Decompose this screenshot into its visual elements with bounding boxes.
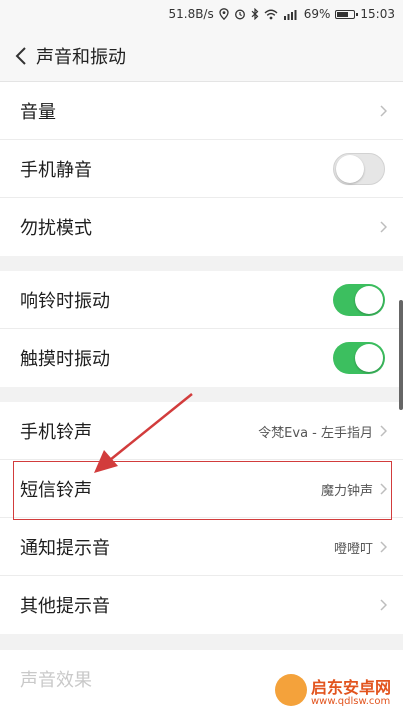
bluetooth-icon: [251, 8, 259, 20]
scrollbar-thumb[interactable]: [399, 300, 403, 410]
chevron-right-icon: [380, 105, 387, 117]
chevron-right-icon: [380, 425, 387, 437]
row-label: 响铃时振动: [20, 291, 110, 312]
row-value: 令梵Eva - 左手指月: [258, 426, 373, 441]
toggle-knob: [336, 155, 364, 183]
row-label: 通知提示音: [20, 538, 110, 559]
back-arrow-icon[interactable]: [14, 46, 28, 66]
other-tones-row[interactable]: 其他提示音: [0, 576, 403, 634]
chevron-right-icon: [380, 541, 387, 553]
row-label: 触摸时振动: [20, 349, 110, 370]
vibrate-on-ring-row: 响铃时振动: [0, 271, 403, 329]
row-label: 音量: [20, 102, 56, 123]
battery-icon: [335, 9, 359, 19]
settings-group-vibration: 响铃时振动 触摸时振动: [0, 271, 403, 387]
ringtone-row[interactable]: 手机铃声 令梵Eva - 左手指月: [0, 402, 403, 460]
watermark-url: www.qdlsw.com: [311, 696, 391, 707]
wifi-icon: [264, 9, 278, 20]
mute-row: 手机静音: [0, 140, 403, 198]
row-label: 手机铃声: [20, 422, 92, 443]
vibrate-on-ring-toggle[interactable]: [333, 284, 385, 316]
mute-toggle[interactable]: [333, 153, 385, 185]
network-speed: 51.8B/s: [168, 7, 214, 21]
title-bar: 声音和振动: [0, 30, 403, 82]
toggle-knob: [355, 344, 383, 372]
row-label: 短信铃声: [20, 480, 92, 501]
vibrate-on-touch-toggle[interactable]: [333, 342, 385, 374]
status-bar: 51.8B/s 69% 15:03: [0, 0, 403, 30]
watermark-title: 启东安卓网: [311, 678, 392, 697]
clock: 15:03: [360, 7, 395, 21]
signal-icon: [283, 9, 299, 20]
settings-group-basic: 音量 手机静音 勿扰模式: [0, 82, 403, 256]
row-value: 噔噔叮: [333, 542, 373, 557]
row-label: 手机静音: [20, 160, 92, 181]
chevron-right-icon: [380, 221, 387, 233]
battery-fill: [337, 11, 348, 17]
alarm-icon: [234, 8, 246, 20]
row-label: 勿扰模式: [20, 218, 92, 239]
toggle-knob: [355, 286, 383, 314]
battery-percent: 69%: [303, 7, 331, 21]
row-value: 魔力钟声: [320, 484, 373, 499]
sms-tone-row[interactable]: 短信铃声 魔力钟声: [0, 460, 403, 518]
row-label: 其他提示音: [20, 596, 110, 617]
do-not-disturb-row[interactable]: 勿扰模式: [0, 198, 403, 256]
row-label: 声音效果: [20, 670, 92, 691]
notification-tone-row[interactable]: 通知提示音 噔噔叮: [0, 518, 403, 576]
volume-row[interactable]: 音量: [0, 82, 403, 140]
watermark-logo-icon: [275, 674, 307, 706]
location-icon: [219, 8, 229, 20]
page-title: 声音和振动: [36, 47, 126, 68]
watermark: 启东安卓网 www.qdlsw.com: [275, 670, 401, 714]
chevron-right-icon: [380, 483, 387, 495]
vibrate-on-touch-row: 触摸时振动: [0, 329, 403, 387]
settings-group-tones: 手机铃声 令梵Eva - 左手指月 短信铃声 魔力钟声 通知提示音 噔噔叮 其他…: [0, 402, 403, 634]
chevron-right-icon: [380, 599, 387, 611]
